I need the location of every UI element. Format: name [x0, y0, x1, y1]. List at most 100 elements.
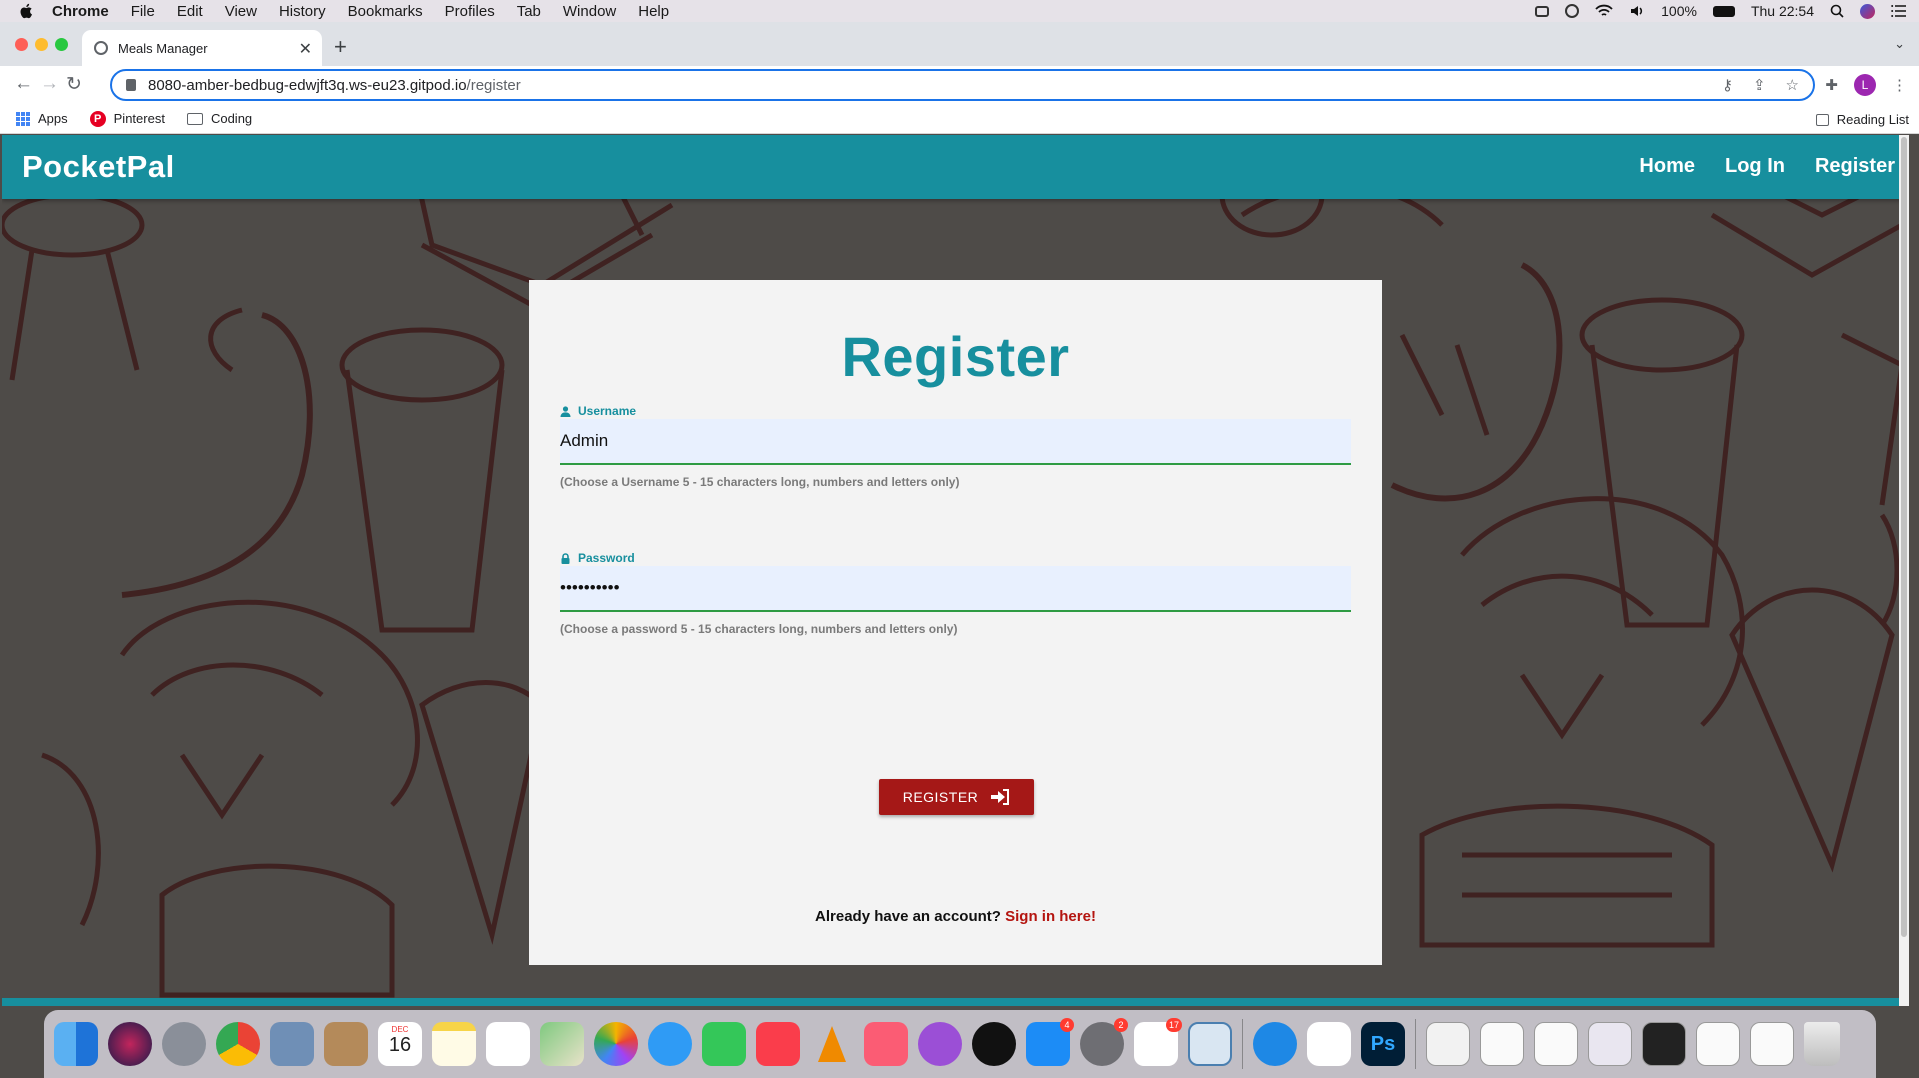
site-navbar: PocketPal Home Log In Register	[2, 135, 1909, 199]
podcasts-icon[interactable]	[918, 1022, 962, 1066]
music-icon[interactable]	[864, 1022, 908, 1066]
extensions-puzzle-icon[interactable]: ✚	[1825, 76, 1838, 94]
bookmark-apps[interactable]: Apps	[16, 111, 68, 126]
spotlight-search-icon[interactable]	[1830, 4, 1844, 18]
share-icon[interactable]: ⇪	[1753, 76, 1766, 94]
back-arrow-icon[interactable]: ←	[14, 73, 33, 95]
menu-window[interactable]: Window	[563, 3, 616, 20]
lock-icon	[561, 552, 570, 564]
username-label-text: Username	[578, 404, 637, 418]
minimized-window-5-icon[interactable]	[1642, 1022, 1686, 1066]
notes-icon[interactable]	[432, 1022, 476, 1066]
slack-icon[interactable]: 17	[1134, 1018, 1182, 1066]
menubar-status-area: 100% Thu 22:54	[1535, 0, 1907, 22]
chrome-menu-icon[interactable]: ⋮	[1892, 76, 1907, 94]
window-minimize-button[interactable]	[35, 38, 48, 51]
minimized-window-1-icon[interactable]	[1426, 1022, 1470, 1066]
browser-tab-active[interactable]: Meals Manager ✕	[82, 30, 322, 66]
password-field-group: Password (Choose a password 5 - 15 chara…	[560, 550, 1351, 636]
tab-search-chevron-icon[interactable]: ⌄	[1894, 36, 1905, 52]
address-bar[interactable]: 8080-amber-bedbug-edwjft3q.ws-eu23.gitpo…	[110, 69, 1815, 101]
maps-icon[interactable]	[540, 1022, 584, 1066]
reading-list-label: Reading List	[1836, 112, 1909, 127]
menu-view[interactable]: View	[225, 3, 257, 20]
globe-favicon-icon	[94, 41, 108, 55]
app-store-icon[interactable]: 4	[1026, 1018, 1074, 1066]
menu-file[interactable]: File	[131, 3, 155, 20]
nav-home-link[interactable]: Home	[1639, 155, 1695, 178]
calendar-icon[interactable]: DEC 16	[378, 1022, 422, 1066]
macos-dock: DEC 16 4 2 17 Ps	[44, 1010, 1876, 1078]
signin-prompt: Already have an account? Sign in here!	[529, 908, 1382, 925]
tab-close-icon[interactable]: ✕	[299, 39, 312, 59]
menu-history[interactable]: History	[279, 3, 326, 20]
launchpad-icon[interactable]	[162, 1022, 206, 1066]
menu-bookmarks[interactable]: Bookmarks	[348, 3, 423, 20]
siri-icon[interactable]	[1860, 3, 1875, 19]
reload-icon[interactable]: ↻	[66, 73, 82, 96]
site-brand-logo[interactable]: PocketPal	[22, 149, 175, 185]
nav-login-link[interactable]: Log In	[1725, 155, 1785, 178]
url-path: /register	[466, 76, 521, 94]
bookmark-pinterest[interactable]: P Pinterest	[89, 110, 165, 127]
minimized-window-2-icon[interactable]	[1480, 1022, 1524, 1066]
smiley-app-icon[interactable]	[1307, 1022, 1351, 1066]
nav-register-link[interactable]: Register	[1815, 155, 1895, 178]
window-close-button[interactable]	[15, 38, 28, 51]
minimized-window-3-icon[interactable]	[1534, 1022, 1578, 1066]
username-input[interactable]	[560, 419, 1351, 465]
register-submit-button[interactable]: REGISTER	[879, 779, 1034, 815]
photos-icon[interactable]	[594, 1022, 638, 1066]
lock-icon[interactable]	[126, 79, 136, 91]
volume-icon[interactable]	[1629, 4, 1645, 18]
password-key-icon[interactable]: ⚷	[1722, 76, 1733, 94]
forward-arrow-icon[interactable]: →	[40, 73, 59, 95]
reminders-icon[interactable]	[486, 1022, 530, 1066]
messages-icon[interactable]	[648, 1022, 692, 1066]
trash-icon[interactable]	[1804, 1022, 1840, 1066]
news-icon[interactable]	[756, 1022, 800, 1066]
password-input[interactable]	[560, 566, 1351, 612]
finder-icon[interactable]	[54, 1022, 98, 1066]
minimized-window-4-icon[interactable]	[1588, 1022, 1632, 1066]
battery-icon[interactable]	[1712, 5, 1735, 17]
menu-app-name[interactable]: Chrome	[52, 3, 109, 20]
facetime-icon[interactable]	[702, 1022, 746, 1066]
notification-center-icon[interactable]	[1891, 5, 1907, 17]
menu-help[interactable]: Help	[638, 3, 669, 20]
control-center-icon[interactable]	[1535, 5, 1550, 17]
page-scrollbar[interactable]	[1899, 135, 1909, 1006]
contacts-icon[interactable]	[324, 1022, 368, 1066]
chrome-icon[interactable]	[216, 1022, 260, 1066]
reading-list-icon	[1815, 113, 1829, 126]
menubar-clock[interactable]: Thu 22:54	[1751, 3, 1814, 19]
menu-edit[interactable]: Edit	[177, 3, 203, 20]
system-preferences-icon[interactable]: 2	[1080, 1018, 1128, 1066]
apple-icon[interactable]	[18, 3, 36, 19]
pinterest-icon: P	[89, 110, 106, 127]
new-tab-button[interactable]: +	[334, 34, 347, 60]
photoshop-icon[interactable]: Ps	[1361, 1022, 1405, 1066]
printer-app-icon[interactable]	[1188, 1022, 1232, 1066]
apple-tv-icon[interactable]	[972, 1022, 1016, 1066]
creative-cloud-icon[interactable]	[1565, 4, 1580, 18]
wifi-icon[interactable]	[1595, 4, 1613, 18]
menu-tab[interactable]: Tab	[517, 3, 541, 20]
scrollbar-thumb[interactable]	[1901, 137, 1907, 937]
dock-separator-2	[1415, 1019, 1416, 1069]
reading-list-button[interactable]: Reading List	[1815, 112, 1909, 127]
preview-icon[interactable]	[270, 1022, 314, 1066]
bookmark-coding[interactable]: Coding	[186, 111, 253, 126]
window-zoom-button[interactable]	[55, 38, 68, 51]
menu-profiles[interactable]: Profiles	[445, 3, 495, 20]
sign-in-arrow-icon	[991, 789, 1010, 805]
bookmark-coding-label: Coding	[210, 111, 253, 126]
safari-icon[interactable]	[1253, 1022, 1297, 1066]
signin-link[interactable]: Sign in here!	[1005, 908, 1096, 925]
profile-avatar[interactable]: L	[1854, 74, 1876, 96]
vlc-icon[interactable]	[810, 1022, 854, 1066]
minimized-window-7-icon[interactable]	[1750, 1022, 1794, 1066]
minimized-window-6-icon[interactable]	[1696, 1022, 1740, 1066]
siri-app-icon[interactable]	[108, 1022, 152, 1066]
bookmark-star-icon[interactable]: ☆	[1786, 76, 1799, 94]
